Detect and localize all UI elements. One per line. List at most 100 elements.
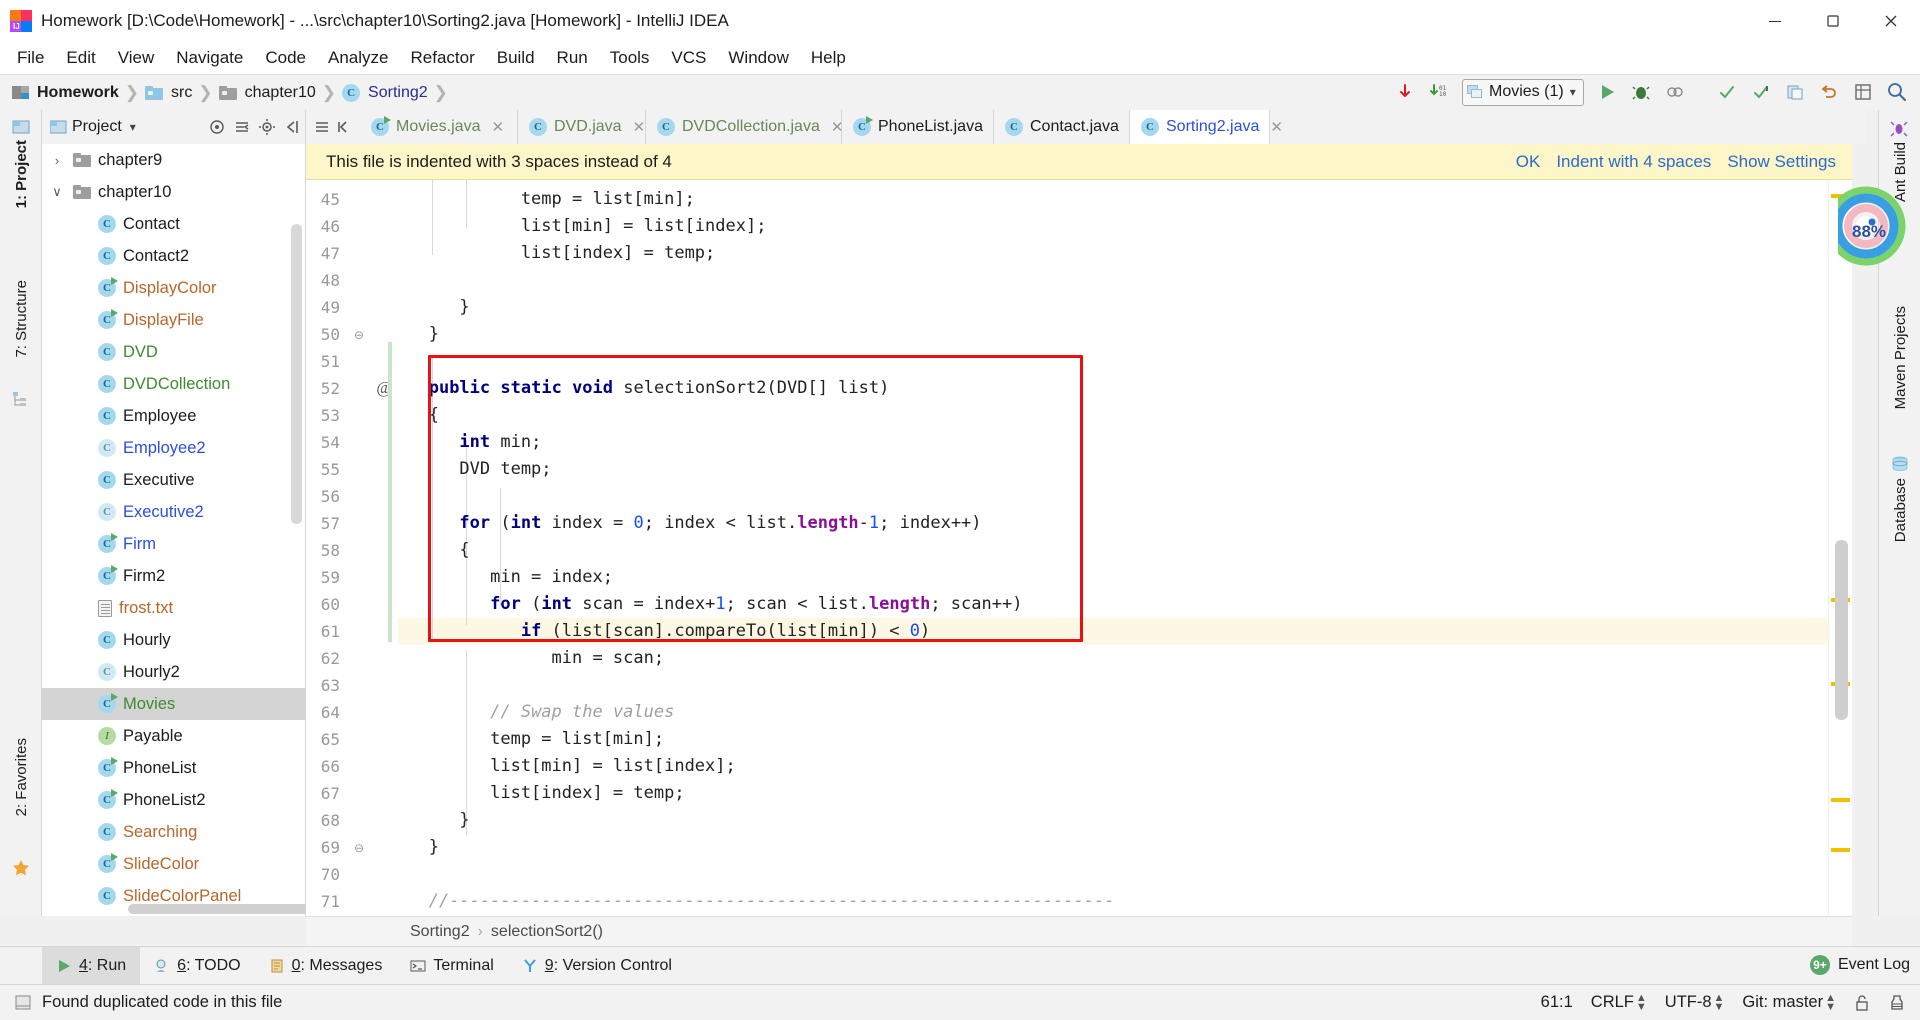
code-editor[interactable]: 45 46 47 48 49 50 ⊖ 51 52 @53 54 55 56 57 58 59 60 61 62 63…: [306, 180, 1852, 916]
code-line[interactable]: }: [398, 294, 469, 321]
editor-code-area[interactable]: temp = list[min]; list[min] = list[index…: [388, 180, 1852, 916]
tree-item-dvd[interactable]: C DVD: [42, 336, 305, 368]
search-everywhere-icon[interactable]: [1882, 77, 1912, 107]
collapse-all-icon[interactable]: [233, 118, 251, 136]
minimize-button[interactable]: [1746, 0, 1804, 42]
stripe-mark-warning[interactable]: [1831, 798, 1850, 802]
tree-item-movies[interactable]: C Movies: [42, 688, 305, 720]
menu-tools[interactable]: Tools: [599, 46, 661, 70]
breadcrumb-item-sorting2[interactable]: Sorting2: [368, 84, 428, 102]
menu-window[interactable]: Window: [717, 46, 799, 70]
code-line[interactable]: int min;: [398, 429, 541, 456]
breadcrumb-item-homework[interactable]: Homework: [37, 84, 119, 102]
stripe-mark-warning[interactable]: [1831, 848, 1850, 852]
editor-scrollbar[interactable]: [1835, 540, 1848, 720]
sidebar-item-favorites[interactable]: 2: Favorites: [13, 738, 30, 816]
tree-item-employee2[interactable]: C Employee2: [42, 432, 305, 464]
encoding-selector[interactable]: UTF-8 ▲ ▼: [1665, 992, 1725, 1012]
editor-tab-dvd-java[interactable]: C DVD.java ✕: [518, 110, 646, 144]
code-line[interactable]: for (int index = 0; index < list.length-…: [398, 510, 981, 537]
menu-refactor[interactable]: Refactor: [399, 46, 485, 70]
menu-navigate[interactable]: Navigate: [165, 46, 254, 70]
menu-file[interactable]: File: [6, 46, 55, 70]
tree-item-executive[interactable]: C Executive: [42, 464, 305, 496]
menu-build[interactable]: Build: [486, 46, 546, 70]
event-log-area[interactable]: 9+ Event Log: [1809, 946, 1910, 984]
vcs-history-icon[interactable]: [1780, 77, 1810, 107]
menu-edit[interactable]: Edit: [55, 46, 106, 70]
code-analysis-gauge[interactable]: 88%: [1838, 182, 1920, 274]
editor-tab-movies-java[interactable]: C Movies.java ✕: [360, 110, 518, 144]
bottom-tab-run[interactable]: 4: Run: [42, 946, 141, 985]
tree-item-firm[interactable]: C Firm: [42, 528, 305, 560]
notification-settings-link[interactable]: Show Settings: [1727, 152, 1836, 172]
project-tree-scrollbar-horizontal[interactable]: [128, 904, 305, 914]
git-branch-selector[interactable]: Git: master ▲ ▼: [1742, 992, 1836, 1012]
editor-tab-sorting2-java[interactable]: C Sorting2.java ✕: [1130, 110, 1283, 144]
notification-indent4-link[interactable]: Indent with 4 spaces: [1556, 152, 1711, 172]
close-tab-icon[interactable]: ✕: [633, 118, 646, 136]
code-line[interactable]: }: [398, 807, 469, 834]
tree-item-chapter9[interactable]: › chapter9: [42, 144, 305, 176]
vcs-update-icon[interactable]: 01 10: [1424, 77, 1454, 107]
debug-icon[interactable]: [1626, 77, 1656, 107]
breadcrumb-item-chapter10[interactable]: chapter10: [245, 84, 316, 102]
code-line[interactable]: list[min] = list[index];: [398, 753, 736, 780]
chevron-down-icon[interactable]: ∨: [48, 184, 66, 200]
chevron-right-icon[interactable]: ›: [48, 153, 66, 168]
tree-item-chapter10[interactable]: ∨ chapter10: [42, 176, 305, 208]
update-project-icon[interactable]: [1390, 77, 1420, 107]
tree-item-payable[interactable]: I Payable: [42, 720, 305, 752]
sidebar-item-structure[interactable]: 7: Structure: [13, 280, 30, 358]
tree-item-firm2[interactable]: C Firm2: [42, 560, 305, 592]
hide-icon[interactable]: [283, 118, 301, 136]
settings-icon[interactable]: [1848, 77, 1878, 107]
code-line[interactable]: temp = list[min];: [398, 726, 664, 753]
tree-item-dvdcollection[interactable]: C DVDCollection: [42, 368, 305, 400]
code-line[interactable]: min = scan;: [398, 645, 665, 672]
menu-help[interactable]: Help: [800, 46, 857, 70]
code-line[interactable]: temp = list[min];: [398, 186, 695, 213]
editor-breadcrumb-class[interactable]: Sorting2: [410, 923, 470, 941]
tree-item-searching[interactable]: C Searching: [42, 816, 305, 848]
code-line[interactable]: if (list[scan].compareTo(list[min]) < 0): [398, 618, 930, 645]
code-line[interactable]: DVD temp;: [398, 456, 551, 483]
run-with-coverage-icon[interactable]: [1660, 77, 1690, 107]
code-fold-icon[interactable]: ⊖: [352, 328, 366, 342]
tree-item-hourly2[interactable]: C Hourly2: [42, 656, 305, 688]
vcs-commit-icon[interactable]: [1712, 77, 1742, 107]
code-line[interactable]: }: [398, 321, 439, 348]
code-line[interactable]: for (int scan = index+1; scan < list.len…: [398, 591, 1022, 618]
tree-item-employee[interactable]: C Employee: [42, 400, 305, 432]
tab-list-icon[interactable]: [314, 119, 330, 135]
editor-breadcrumb-method[interactable]: selectionSort2(): [491, 923, 603, 941]
tree-item-hourly[interactable]: C Hourly: [42, 624, 305, 656]
project-tree-scrollbar-vertical[interactable]: [291, 224, 302, 524]
previous-tab-icon[interactable]: [336, 119, 352, 135]
close-tab-icon[interactable]: ✕: [1270, 118, 1283, 136]
editor-tab-dvdcollection-java[interactable]: C DVDCollection.java ✕: [646, 110, 843, 144]
error-stripe[interactable]: [1828, 180, 1852, 916]
editor-tab-contact-java[interactable]: CContact.java✕: [994, 110, 1143, 144]
chevron-down-icon[interactable]: ▾: [130, 120, 136, 134]
code-line[interactable]: min = index;: [398, 564, 613, 591]
unlocked-icon[interactable]: [1854, 994, 1870, 1012]
gear-icon[interactable]: [258, 118, 276, 136]
menu-view[interactable]: View: [107, 46, 166, 70]
run-configuration-selector[interactable]: Movies (1) ▾: [1462, 78, 1584, 106]
sidebar-item-maven-projects[interactable]: Maven Projects: [1892, 306, 1909, 409]
inspection-icon[interactable]: [1888, 994, 1906, 1012]
editor-gutter[interactable]: 45 46 47 48 49 50 ⊖ 51 52 @53 54 55 56 57 58 59 60 61 62 63…: [306, 180, 398, 916]
tree-item-contact[interactable]: C Contact: [42, 208, 305, 240]
code-line[interactable]: // Swap the values: [398, 699, 674, 726]
project-tree[interactable]: › chapter9 ∨ chapter10 C Contact C Contact2 C Dis…: [42, 144, 306, 916]
locate-icon[interactable]: [208, 118, 226, 136]
bottom-tab-todo[interactable]: 6: TODO: [140, 947, 254, 985]
sidebar-item-database[interactable]: Database: [1892, 478, 1909, 542]
tree-item-frost-txt[interactable]: frost.txt: [42, 592, 305, 624]
code-line[interactable]: {: [398, 402, 439, 429]
sidebar-item-project[interactable]: 1: Project: [13, 140, 30, 208]
code-line[interactable]: //--------------------------------------…: [398, 888, 1115, 915]
editor-tab-phonelist-java[interactable]: CPhoneList.java✕: [842, 110, 1007, 144]
bottom-tab-messages[interactable]: 0: Messages: [255, 947, 397, 985]
